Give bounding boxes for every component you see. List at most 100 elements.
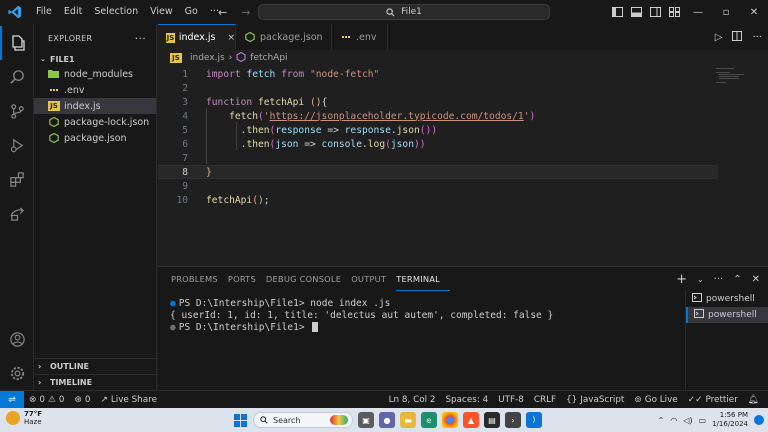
toggle-primary-sidebar-icon[interactable] bbox=[608, 0, 627, 24]
explorer-more-button[interactable]: ··· bbox=[135, 32, 146, 45]
code-text: .then(json => console.log(json)) bbox=[188, 139, 426, 150]
folder-header[interactable]: ⌄ FILE1 bbox=[34, 52, 156, 66]
live-share-button[interactable]: ↗ Live Share bbox=[95, 395, 162, 405]
indentation[interactable]: Spaces: 4 bbox=[440, 395, 493, 405]
code-line[interactable]: 2 bbox=[158, 81, 718, 95]
tree-item-package-json[interactable]: package.json bbox=[34, 130, 156, 146]
toggle-secondary-sidebar-icon[interactable] bbox=[646, 0, 665, 24]
tab-package-json[interactable]: package.json bbox=[236, 24, 332, 50]
encoding[interactable]: UTF-8 bbox=[493, 395, 529, 405]
new-terminal-icon[interactable]: + bbox=[676, 272, 687, 287]
split-editor-icon[interactable] bbox=[732, 30, 743, 44]
more-actions-icon[interactable]: ··· bbox=[714, 274, 724, 285]
go-live-button[interactable]: ⊚ Go Live bbox=[629, 395, 682, 405]
more-actions-icon[interactable]: ··· bbox=[752, 32, 762, 43]
sticky-notes-icon[interactable]: ▤ bbox=[484, 412, 500, 428]
code-line[interactable]: 3 function fetchApi (){ bbox=[158, 95, 718, 109]
prettier-status[interactable]: ✓✓ Prettier bbox=[683, 395, 743, 405]
customize-layout-icon[interactable] bbox=[665, 0, 684, 24]
menu-edit[interactable]: Edit bbox=[58, 0, 88, 24]
tree-item-node-modules[interactable]: › node_modules bbox=[34, 66, 156, 82]
weather-widget[interactable]: 77°F Haze bbox=[6, 410, 42, 426]
terminal-line: ● PS D:\Intership\File1> node index .js bbox=[170, 297, 391, 309]
search-label: Search bbox=[273, 415, 301, 425]
language-mode[interactable]: {} JavaScript bbox=[561, 395, 629, 405]
gear-icon[interactable] bbox=[0, 356, 34, 390]
tab-env[interactable]: .env bbox=[332, 24, 388, 50]
run-icon[interactable]: ▷ bbox=[715, 32, 723, 43]
notifications-icon[interactable]: 🔔︎ bbox=[743, 395, 764, 405]
chrome-icon[interactable] bbox=[442, 412, 458, 428]
close-icon[interactable]: × bbox=[227, 33, 235, 43]
forward-arrow-icon[interactable]: → bbox=[241, 6, 250, 19]
cursor-position[interactable]: Ln 8, Col 2 bbox=[384, 395, 441, 405]
back-arrow-icon[interactable]: ← bbox=[218, 6, 227, 19]
command-center[interactable]: File1 bbox=[258, 4, 550, 20]
tab-output[interactable]: OUTPUT bbox=[351, 267, 396, 291]
battery-icon[interactable]: ▭ bbox=[699, 416, 707, 425]
code-line[interactable]: 10 fetchApi(); bbox=[158, 193, 718, 207]
brave-icon[interactable]: ▲ bbox=[463, 412, 479, 428]
notification-center-icon[interactable] bbox=[754, 415, 764, 425]
volume-icon[interactable]: ◁) bbox=[683, 416, 692, 425]
tab-debug-console[interactable]: DEBUG CONSOLE bbox=[266, 267, 351, 291]
task-view-icon[interactable]: ▣ bbox=[358, 412, 374, 428]
close-panel-icon[interactable]: ✕ bbox=[752, 274, 760, 285]
vscode-taskbar-icon[interactable]: ⟩ bbox=[526, 412, 542, 428]
timeline-section[interactable]: › TIMELINE bbox=[34, 374, 157, 390]
wifi-icon[interactable]: ◠ bbox=[670, 416, 677, 425]
tab-problems[interactable]: PROBLEMS bbox=[171, 267, 228, 291]
menu-file[interactable]: File bbox=[30, 0, 58, 24]
account-icon[interactable] bbox=[0, 322, 34, 356]
terminal-entry[interactable]: powershell bbox=[686, 291, 768, 307]
terminal-entry-active[interactable]: powershell bbox=[686, 307, 768, 323]
source-control-icon[interactable] bbox=[0, 94, 34, 128]
run-debug-icon[interactable] bbox=[0, 128, 34, 162]
breadcrumb-symbol[interactable]: fetchApi bbox=[250, 53, 287, 63]
remote-indicator-icon[interactable]: ⇌ bbox=[0, 390, 24, 409]
explorer-icon[interactable] bbox=[0, 26, 34, 60]
chevron-down-icon[interactable]: ⌄ bbox=[697, 275, 704, 284]
code-line[interactable]: 8} bbox=[158, 165, 718, 179]
problems-status[interactable]: ⊗ 0 ⚠ 0 bbox=[24, 395, 69, 405]
extensions-icon[interactable] bbox=[0, 162, 34, 196]
terminal-app-icon[interactable]: › bbox=[505, 412, 521, 428]
file-explorer-icon[interactable]: ▬ bbox=[400, 412, 416, 428]
restore-icon[interactable]: ▫ bbox=[712, 0, 740, 24]
toggle-panel-icon[interactable] bbox=[627, 0, 646, 24]
menu-go[interactable]: Go bbox=[179, 0, 204, 24]
js-file-icon: JS bbox=[166, 32, 175, 43]
windows-start-icon[interactable] bbox=[232, 412, 248, 428]
code-line[interactable]: 4 fetch('https://jsonplaceholder.typicod… bbox=[158, 109, 718, 123]
code-line[interactable]: 1 import fetch from "node-fetch" bbox=[158, 67, 718, 81]
breadcrumb-file[interactable]: index.js bbox=[190, 53, 225, 63]
close-window-icon[interactable]: ✕ bbox=[740, 0, 768, 24]
code-line[interactable]: 5 .then(response => response.json()) bbox=[158, 123, 718, 137]
minimap[interactable] bbox=[716, 66, 754, 96]
tab-index-js[interactable]: JS index.js × bbox=[158, 24, 236, 50]
tree-item-index-js[interactable]: JS index.js bbox=[34, 98, 156, 114]
outline-section[interactable]: › OUTLINE bbox=[34, 358, 157, 374]
terminal-output[interactable]: ● PS D:\Intership\File1> node index .js {… bbox=[170, 297, 682, 333]
code-line[interactable]: 7 bbox=[158, 151, 718, 165]
end-of-line[interactable]: CRLF bbox=[529, 395, 561, 405]
search-icon[interactable] bbox=[0, 60, 34, 94]
chevron-up-icon[interactable]: ⌃ bbox=[658, 416, 665, 425]
code-line[interactable]: 6 .then(json => console.log(json)) bbox=[158, 137, 718, 151]
menu-view[interactable]: View bbox=[144, 0, 179, 24]
remote-explorer-icon[interactable] bbox=[0, 196, 34, 230]
code-line[interactable]: 9 bbox=[158, 179, 718, 193]
ports-status[interactable]: ⊛ 0 bbox=[69, 395, 95, 405]
taskbar-search[interactable]: Search bbox=[253, 412, 353, 428]
menu-selection[interactable]: Selection bbox=[88, 0, 144, 24]
chat-icon[interactable]: ● bbox=[379, 412, 395, 428]
edge-icon[interactable]: e bbox=[421, 412, 437, 428]
clock[interactable]: 1:56 PM 1/16/2024 bbox=[712, 411, 748, 429]
code-editor[interactable]: 1 import fetch from "node-fetch" 2 3 functio… bbox=[158, 66, 768, 266]
maximize-panel-icon[interactable]: ⌃ bbox=[733, 274, 741, 285]
tab-terminal[interactable]: TERMINAL bbox=[396, 267, 450, 291]
tree-item-env[interactable]: .env bbox=[34, 82, 156, 98]
tree-item-package-lock[interactable]: package-lock.json bbox=[34, 114, 156, 130]
tab-ports[interactable]: PORTS bbox=[228, 267, 266, 291]
minimize-icon[interactable]: — bbox=[684, 0, 712, 24]
